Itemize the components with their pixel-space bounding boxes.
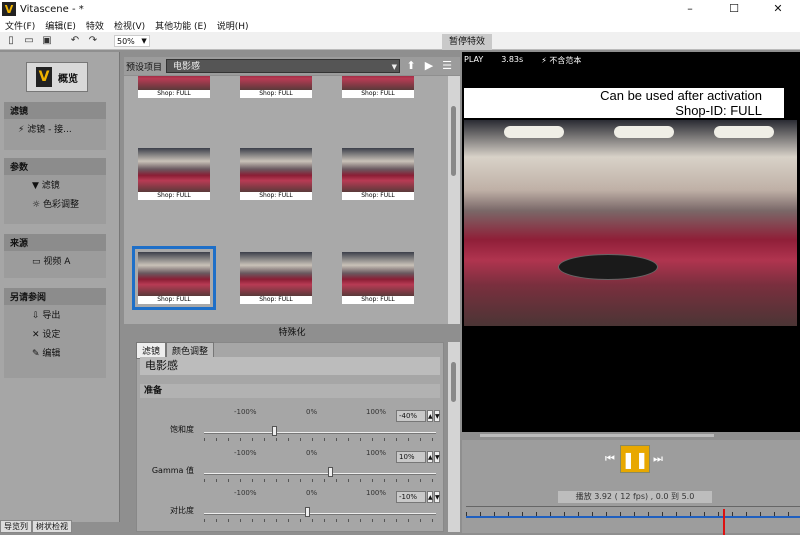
preset-thumb[interactable]: Shop: FULL [342, 148, 414, 200]
menu-help[interactable]: 说明(H) [212, 19, 254, 32]
redo-icon[interactable]: ↷ [86, 35, 100, 47]
preset-thumb[interactable]: Shop: FULL [342, 76, 414, 98]
preset-thumb[interactable]: Shop: FULL [138, 76, 210, 98]
menu-other[interactable]: 其他功能 (E) [150, 19, 212, 32]
play-preview-icon[interactable]: ▶ [422, 59, 436, 73]
special-label: 特殊化 [278, 328, 306, 338]
slider-gamma: Gamma 值 -100% 0% 100% 10% ▲ ▼ [140, 449, 440, 487]
open-folder-icon[interactable]: ▭ [22, 35, 36, 47]
no-sample-toggle[interactable]: ⚡ 不含范本 [541, 55, 581, 66]
sidebar-section-source: 来源 ▭ 视频 A [4, 234, 106, 278]
spin-up-button[interactable]: ▲ [427, 410, 433, 422]
slider-handle[interactable] [328, 467, 333, 477]
sun-icon: ☼ [32, 200, 41, 210]
overview-button[interactable]: V 概览 [26, 62, 88, 92]
preset-thumb[interactable]: Shop: FULL [240, 148, 312, 200]
zoom-select[interactable]: 50% [114, 34, 150, 47]
wrench-icon: ✎ [32, 349, 40, 359]
sidebar-item-edit[interactable]: ✎ 编辑 [4, 343, 106, 362]
sidebar-item-color-adjust[interactable]: ☼ 色彩调整 [4, 194, 106, 213]
sidebar-item-settings[interactable]: ✕ 设定 [4, 324, 106, 343]
app-logo-icon: V [2, 2, 16, 16]
value-field[interactable]: -40% [396, 410, 426, 422]
playhead[interactable] [723, 509, 725, 535]
slider-handle[interactable] [305, 507, 310, 517]
activation-watermark: Can be used after activation Shop-ID: FU… [464, 88, 784, 118]
params-scrollbar[interactable] [448, 342, 460, 532]
section-title: 滤镜 [4, 102, 106, 119]
params-group: 准备 [140, 384, 440, 398]
save-icon[interactable]: ▣ [40, 35, 54, 47]
section-title: 参数 [4, 158, 106, 175]
timeline-ruler[interactable] [466, 506, 800, 535]
slider-handle[interactable] [272, 426, 277, 436]
monitor-icon: ▭ [32, 257, 41, 267]
params-title: 电影感 [140, 357, 440, 375]
section-title: 另请参阅 [4, 288, 106, 305]
sidebar-section-params: 参数 ▼ 滤镜 ☼ 色彩调整 [4, 158, 106, 224]
value-field[interactable]: 10% [396, 451, 426, 463]
preset-thumb[interactable]: Shop: FULL [138, 148, 210, 200]
preset-thumb[interactable]: Shop: FULL [342, 252, 414, 304]
spin-down-button[interactable]: ▼ [434, 410, 440, 422]
playback-status: 播放 3.92 ( 12 fps) , 0.0 到 5.0 [558, 491, 712, 503]
close-button[interactable]: ✕ [756, 0, 800, 18]
maximize-button[interactable]: ☐ [712, 0, 756, 18]
minimize-button[interactable]: – [668, 0, 712, 18]
section-title: 来源 [4, 234, 106, 251]
preset-thumb[interactable]: Shop: FULL [240, 252, 312, 304]
slider-contrast: 对比度 -100% 0% 100% -10% ▲ ▼ [140, 489, 440, 527]
sidebar-section-see-also: 另请参阅 ⇩ 导出 ✕ 设定 ✎ 编辑 [4, 288, 106, 378]
export-icon: ⇩ [32, 311, 40, 321]
overview-label: 概览 [58, 73, 78, 85]
tab-navigation[interactable]: 导览列 [0, 520, 32, 533]
next-frame-icon[interactable]: ⏭ [652, 452, 664, 466]
undo-icon[interactable]: ↶ [68, 35, 82, 47]
preview-scrollbar[interactable] [480, 434, 714, 437]
sidebar-section-filter: 滤镜 ⚡ 滤镜 - 接... [4, 102, 106, 150]
preset-bar: 预设项目 电影感 ⬆ ▶ ☰ [124, 57, 460, 75]
tab-pause-effects[interactable]: 暂停特效 [442, 34, 492, 50]
video-frame [464, 120, 797, 326]
sidebar-item-export[interactable]: ⇩ 导出 [4, 305, 106, 324]
menu-bar: 文件(F) 编辑(E) 特效 检视(V) 其他功能 (E) 说明(H) [0, 18, 800, 32]
sidebar-item-filter[interactable]: ▼ 滤镜 [4, 175, 106, 194]
menu-view[interactable]: 检视(V) [109, 19, 150, 32]
window-title: Vitascene - * [20, 3, 84, 15]
preset-label: 预设项目 [126, 62, 163, 73]
toolbar: ▯ ▭ ▣ ↶ ↷ 50% [0, 32, 800, 50]
filter-funnel-icon: ▼ [32, 181, 39, 191]
lightning-icon: ⚡ [18, 125, 25, 135]
vitascene-logo-icon: V [36, 67, 52, 87]
arrow-up-icon[interactable]: ⬆ [404, 59, 418, 73]
preset-thumb[interactable]: Shop: FULL [240, 76, 312, 98]
preset-grid: Shop: FULL Shop: FULL Shop: FULL Shop: F… [124, 76, 448, 324]
spin-up-button[interactable]: ▲ [427, 491, 433, 503]
slider-saturation: 饱和度 -100% 0% 100% -40% ▲ ▼ [140, 408, 440, 446]
menu-effects[interactable]: 特效 [81, 19, 109, 32]
title-bar: V Vitascene - * – ☐ ✕ [0, 0, 800, 18]
value-field[interactable]: -10% [396, 491, 426, 503]
preset-select[interactable]: 电影感 [166, 59, 401, 74]
tab-tree-view[interactable]: 树状检视 [32, 520, 72, 533]
spin-down-button[interactable]: ▼ [434, 451, 440, 463]
bottom-tabs: 导览列 树状检视 [0, 520, 120, 533]
pause-button[interactable]: ❚❚ [620, 445, 650, 473]
preset-thumb-selected[interactable]: Shop: FULL [132, 246, 216, 310]
list-view-icon[interactable]: ☰ [440, 59, 454, 73]
new-file-icon[interactable]: ▯ [4, 35, 18, 47]
sidebar-item-filter-link[interactable]: ⚡ 滤镜 - 接... [4, 119, 106, 138]
menu-file[interactable]: 文件(F) [0, 19, 40, 32]
spin-up-button[interactable]: ▲ [427, 451, 433, 463]
menu-edit[interactable]: 编辑(E) [40, 19, 81, 32]
preset-scrollbar[interactable] [448, 76, 460, 324]
sidebar-item-video-a[interactable]: ▭ 视频 A [4, 251, 106, 270]
play-info: PLAY 3.83s ⚡ 不含范本 [464, 55, 581, 66]
tools-icon: ✕ [32, 330, 40, 340]
play-status: PLAY [464, 55, 484, 64]
previous-frame-icon[interactable]: ⏮ [604, 452, 616, 466]
spin-down-button[interactable]: ▼ [434, 491, 440, 503]
play-time: 3.83s [501, 55, 524, 64]
